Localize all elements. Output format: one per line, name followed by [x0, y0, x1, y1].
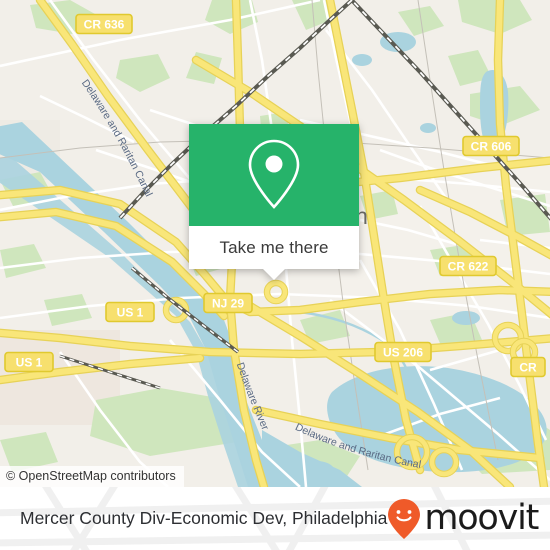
footer-bar: Mercer County Div-Economic Dev, Philadel…: [0, 487, 550, 550]
road-shield-label: US 206: [383, 346, 423, 360]
road-shield: CR: [510, 356, 546, 378]
road-shield-label: NJ 29: [212, 297, 244, 311]
road-shield: US 1: [4, 351, 54, 373]
popup-header: [189, 124, 359, 226]
road-shield-label: US 1: [117, 306, 144, 320]
location-popup-card[interactable]: Take me there: [189, 124, 359, 280]
osm-attribution[interactable]: © OpenStreetMap contributors: [0, 466, 184, 487]
road-shield-label: CR 606: [471, 140, 512, 154]
place-title: Mercer County Div-Economic Dev, Philadel…: [20, 508, 388, 528]
road-shield: CR 636: [75, 13, 133, 35]
road-shield: US 206: [374, 341, 432, 363]
road-shield-label: CR: [519, 361, 537, 375]
road-shield: US 1: [105, 301, 155, 323]
map-screenshot: Delaware and Raritan Canal Delaware Rive…: [0, 0, 550, 550]
road-shield: NJ 29: [203, 292, 253, 314]
popup-pointer: [263, 269, 285, 280]
road-shield-label: CR 622: [448, 260, 489, 274]
map-pin-icon: [248, 139, 300, 209]
moovit-brand[interactable]: moovit: [387, 498, 539, 540]
road-shield-label: CR 636: [84, 18, 125, 32]
popup-action-bar[interactable]: Take me there: [189, 226, 359, 280]
road-shield: CR 606: [462, 135, 520, 157]
road-shield: CR 622: [439, 255, 497, 277]
moovit-pin-icon: [388, 498, 421, 539]
road-shield-label: US 1: [16, 356, 43, 370]
take-me-there-label: Take me there: [219, 237, 329, 257]
moovit-wordmark: moovit: [424, 498, 539, 538]
